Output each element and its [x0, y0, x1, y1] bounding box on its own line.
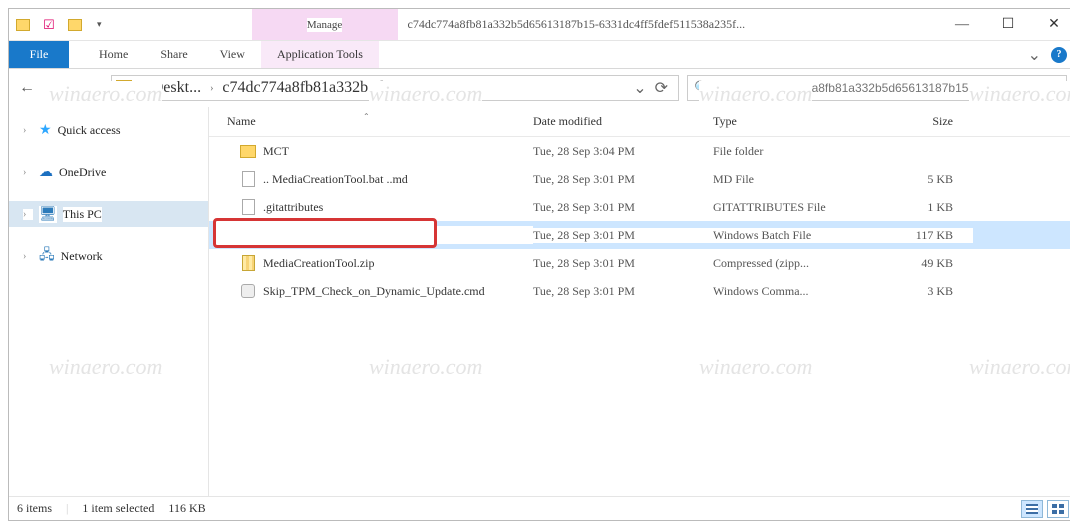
file-date: Tue, 28 Sep 3:01 PM — [533, 284, 713, 299]
large-icons-view-button[interactable] — [1047, 500, 1069, 518]
file-date: Tue, 28 Sep 3:01 PM — [533, 228, 713, 243]
tab-application-tools[interactable]: Application Tools — [261, 41, 379, 68]
file-name: MCT — [263, 144, 289, 159]
properties-icon[interactable]: ☑ — [41, 17, 57, 33]
tab-share[interactable]: Share — [144, 41, 203, 68]
address-dropdown-icon[interactable]: ⌄ — [633, 78, 646, 98]
ribbon-tabs: File Home Share View Application Tools ⌄… — [9, 41, 1070, 69]
new-folder-icon[interactable] — [67, 17, 83, 33]
file-list: Name ⌃ Date modified Type Size MCT Tue, 2… — [209, 107, 1070, 496]
file-row[interactable]: Skip_TPM_Check_on_Dynamic_Update.cmd Tue,… — [209, 277, 1070, 305]
up-button[interactable]: ↑ — [95, 79, 103, 97]
file-name: Skip_TPM_Check_on_Dynamic_Update.cmd — [263, 284, 485, 299]
ribbon-expand-icon[interactable]: ⌄ — [1028, 45, 1041, 65]
file-type: Compressed (zipp... — [713, 256, 873, 271]
navitem-quick-access[interactable]: › ★ Quick access — [9, 117, 208, 143]
status-item-count: 6 items — [17, 501, 52, 516]
file-row[interactable]: MediaCreationTool.zip Tue, 28 Sep 3:01 PM… — [209, 249, 1070, 277]
sort-ascending-icon: ⌃ — [363, 112, 370, 121]
status-selection-size: 116 KB — [168, 501, 205, 516]
navigation-pane: › ★ Quick access › ☁ OneDrive › 🖥 This P… — [9, 107, 209, 496]
quick-access-toolbar: ☑ ▾ — [9, 9, 112, 40]
file-icon — [239, 170, 257, 188]
file-row[interactable]: .. MediaCreationTool.bat ..md Tue, 28 Sep… — [209, 165, 1070, 193]
recent-dropdown-icon[interactable]: ⌄ — [75, 83, 83, 94]
navitem-network[interactable]: › 🖧 Network — [9, 243, 208, 269]
file-icon — [239, 198, 257, 216]
file-type: Windows Comma... — [713, 284, 873, 299]
expand-icon[interactable]: › — [23, 251, 33, 262]
file-size: 117 KB — [873, 228, 973, 243]
file-icon — [239, 142, 257, 160]
breadcrumb-seg-1[interactable]: Deskt... — [148, 79, 205, 97]
window-title: c74dc774a8fb81a332b5d65613187b15-6331dc4… — [398, 9, 939, 40]
search-box[interactable]: 🔍 — [687, 75, 1067, 101]
file-name: MediaCreationTool.zip — [263, 256, 374, 271]
file-name: MediaCreationTool.bat — [263, 228, 374, 243]
column-headers: Name ⌃ Date modified Type Size — [209, 107, 1070, 137]
navitem-this-pc[interactable]: › 🖥 This PC — [9, 201, 208, 227]
qat-dropdown-icon[interactable]: ▾ — [93, 19, 106, 30]
tab-file[interactable]: File — [9, 41, 69, 68]
navitem-onedrive[interactable]: › ☁ OneDrive — [9, 159, 208, 185]
search-icon: 🔍 — [694, 80, 710, 96]
column-type[interactable]: Type — [713, 114, 873, 129]
expand-icon[interactable]: › — [23, 209, 33, 220]
file-row[interactable]: MediaCreationTool.bat Tue, 28 Sep 3:01 PM… — [209, 221, 1070, 249]
column-name[interactable]: Name ⌃ — [213, 114, 533, 129]
file-date: Tue, 28 Sep 3:04 PM — [533, 144, 713, 159]
monitor-icon: 🖥 — [39, 206, 57, 223]
manage-label: Manage — [307, 18, 342, 32]
file-row[interactable]: .gitattributes Tue, 28 Sep 3:01 PMGITATTR… — [209, 193, 1070, 221]
titlebar: ☑ ▾ Manage c74dc774a8fb81a332b5d65613187… — [9, 9, 1070, 41]
tab-view[interactable]: View — [204, 41, 261, 68]
search-input[interactable] — [716, 80, 1060, 96]
column-size[interactable]: Size — [873, 114, 973, 129]
maximize-button[interactable]: ☐ — [985, 9, 1031, 40]
column-date[interactable]: Date modified — [533, 114, 713, 129]
file-icon — [239, 226, 257, 244]
chevron-right-icon[interactable]: › — [136, 83, 145, 94]
chevron-right-icon[interactable]: › — [207, 83, 216, 94]
file-size: 1 KB — [873, 200, 973, 215]
file-row[interactable]: MCT Tue, 28 Sep 3:04 PMFile folder — [209, 137, 1070, 165]
address-bar[interactable]: › Deskt... › c74dc774a8fb81a332b5d656131… — [111, 75, 679, 101]
file-size: 5 KB — [873, 172, 973, 187]
view-toggle — [1021, 500, 1069, 518]
file-type: Windows Batch File — [713, 228, 873, 243]
window-controls: — ☐ ✕ — [939, 9, 1070, 40]
star-icon: ★ — [39, 122, 52, 139]
minimize-button[interactable]: — — [939, 9, 985, 40]
status-selection: 1 item selected — [82, 501, 154, 516]
back-button[interactable]: ← — [19, 79, 35, 97]
file-size: 49 KB — [873, 256, 973, 271]
file-name: .gitattributes — [263, 200, 323, 215]
forward-button: → — [47, 79, 63, 97]
network-icon: 🖧 — [39, 244, 55, 268]
file-date: Tue, 28 Sep 3:01 PM — [533, 172, 713, 187]
folder-icon — [15, 17, 31, 33]
file-type: File folder — [713, 144, 873, 159]
tab-home[interactable]: Home — [83, 41, 144, 68]
file-date: Tue, 28 Sep 3:01 PM — [533, 200, 713, 215]
navigation-bar: ← → ⌄ ↑ › Deskt... › c74dc774a8fb81a332b… — [9, 69, 1070, 107]
close-button[interactable]: ✕ — [1031, 9, 1070, 40]
location-folder-icon — [116, 80, 132, 96]
expand-icon[interactable]: › — [23, 167, 33, 178]
contextual-tab-manage[interactable]: Manage — [252, 9, 398, 40]
cloud-icon: ☁ — [39, 164, 53, 181]
file-name: .. MediaCreationTool.bat ..md — [263, 172, 408, 187]
file-date: Tue, 28 Sep 3:01 PM — [533, 256, 713, 271]
file-type: GITATTRIBUTES File — [713, 200, 873, 215]
details-view-button[interactable] — [1021, 500, 1043, 518]
breadcrumb-seg-2[interactable]: c74dc774a8fb81a332b5d65613187... — [218, 79, 464, 97]
status-bar: 6 items | 1 item selected 116 KB — [9, 496, 1070, 520]
file-size: 3 KB — [873, 284, 973, 299]
file-type: MD File — [713, 172, 873, 187]
help-icon[interactable]: ? — [1051, 47, 1067, 63]
file-icon — [239, 254, 257, 272]
refresh-icon[interactable]: ⟳ — [655, 78, 668, 98]
file-icon — [239, 282, 257, 300]
expand-icon[interactable]: › — [23, 125, 33, 136]
